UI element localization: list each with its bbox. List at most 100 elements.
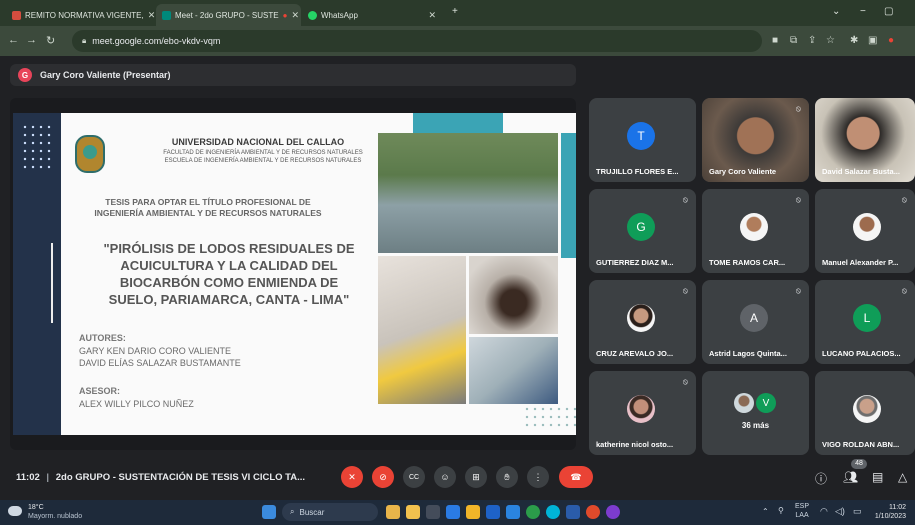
mail-icon[interactable] — [506, 505, 520, 519]
task-view-icon[interactable] — [426, 505, 440, 519]
address-bar[interactable]: 🔒︎ meet.google.com/ebo-vkdv-vqm — [72, 30, 762, 52]
office-icon[interactable] — [586, 505, 600, 519]
captions-button[interactable]: CC — [403, 466, 425, 488]
more-participants-tile[interactable]: V 36 más — [702, 371, 809, 455]
edge-icon[interactable] — [446, 505, 460, 519]
people-icon[interactable]: 👥︎ — [843, 470, 858, 484]
mic-off-icon: ⦸ — [901, 286, 907, 295]
windows-start-icon[interactable] — [262, 505, 276, 519]
camera-off-button[interactable]: ⊘ — [372, 466, 394, 488]
participant-tile[interactable]: VIGO ROLDAN ABN... — [815, 371, 915, 455]
forward-icon[interactable]: → — [26, 34, 37, 46]
wifi-icon[interactable]: ◠ — [820, 506, 828, 517]
raise-hand-button[interactable]: ✋︎ — [496, 466, 518, 488]
browser-tab-strip: REMITO NORMATIVA VIGENTE, ✕ Meet - 2do G… — [0, 0, 915, 26]
taskbar-search[interactable]: ⌕ Buscar — [282, 503, 378, 521]
participant-tile[interactable]: ⦸ A Astrid Lagos Quinta... — [702, 280, 809, 364]
advisor-name: ALEX WILLY PILCO NUÑEZ — [79, 399, 194, 409]
file-explorer-icon[interactable] — [406, 505, 420, 519]
clock-time: 11:02 — [889, 504, 906, 511]
camera-icon[interactable]: ■ — [772, 35, 778, 46]
tab-remito[interactable]: REMITO NORMATIVA VIGENTE, ✕ — [6, 4, 156, 26]
mic-off-icon: ⦸ — [682, 195, 688, 204]
folder-icon[interactable] — [466, 505, 480, 519]
sidepanel-icon[interactable]: ▣ — [868, 35, 877, 46]
store-icon[interactable] — [486, 505, 500, 519]
aquaculture-ponds-photo — [378, 133, 558, 253]
battery-icon[interactable]: ▭ — [853, 506, 862, 517]
tab-whatsapp[interactable]: WhatsApp ✕ — [302, 4, 442, 26]
mic-off-button[interactable]: ✕ — [341, 466, 363, 488]
info-icon[interactable]: ⓘ — [815, 470, 827, 487]
participant-tile[interactable]: ⦸ Gary Coro Valiente — [702, 98, 809, 182]
presenter-label: Gary Coro Valiente (Presentar) — [40, 70, 171, 80]
extensions-icon[interactable]: ✱ — [850, 35, 858, 46]
browser-toolbar: ← → ↻ 🔒︎ meet.google.com/ebo-vkdv-vqm ■ … — [0, 26, 915, 56]
maximize-button[interactable]: ▢ — [884, 6, 893, 17]
participant-tile[interactable]: ⦸ TOME RAMOS CAR... — [702, 189, 809, 273]
tab-meet[interactable]: Meet - 2do GRUPO - SUSTE ● ✕ — [156, 4, 301, 26]
activities-icon[interactable]: △ — [898, 470, 907, 484]
more-options-button[interactable]: ⋮ — [527, 466, 549, 488]
tray-app-icon[interactable]: ⚲ — [778, 506, 784, 515]
tab-label: WhatsApp — [321, 10, 358, 20]
app-icon[interactable] — [546, 505, 560, 519]
participant-tile[interactable]: ⦸ Manuel Alexander P... — [815, 189, 915, 273]
participant-avatar: G — [627, 213, 655, 241]
university-name: UNIVERSIDAD NACIONAL DEL CALLAO — [171, 137, 345, 147]
participant-tile[interactable]: ⦸ G GUTIERREZ DIAZ M... — [589, 189, 696, 273]
emoji-button[interactable]: ☺ — [434, 466, 456, 488]
bookmark-star-icon[interactable]: ☆ — [826, 35, 835, 46]
share-icon[interactable]: ⇪ — [808, 35, 816, 46]
mic-off-icon: ⦸ — [901, 195, 907, 204]
browser-app-icon[interactable] — [606, 505, 620, 519]
search-icon: ⌕ — [290, 507, 295, 516]
widgets-icon[interactable] — [386, 505, 400, 519]
participant-tile[interactable]: T TRUJILLO FLORES E... — [589, 98, 696, 182]
reload-icon[interactable]: ↻ — [46, 34, 55, 47]
people-count-badge: 48 — [851, 459, 867, 469]
participant-name: VIGO ROLDAN ABN... — [822, 440, 900, 449]
close-tab-icon[interactable]: ✕ — [428, 10, 436, 21]
thesis-title-line: BIOCARBÓN COMO ENMIENDA DE — [119, 275, 339, 290]
tab-search-icon[interactable]: ⌄ — [832, 6, 840, 17]
lab-equipment-photo — [469, 337, 558, 404]
participant-name: LUCANO PALACIOS... — [822, 349, 901, 358]
participant-tile[interactable]: ⦸ CRUZ AREVALO JO... — [589, 280, 696, 364]
minimize-button[interactable]: − — [860, 6, 866, 17]
language-indicator[interactable]: ESP LAA — [795, 502, 809, 520]
back-icon[interactable]: ← — [8, 34, 19, 46]
sample-dish-photo — [469, 256, 558, 334]
taskbar-clock[interactable]: 11:02 1/10/2023 — [866, 503, 906, 521]
tab-label: REMITO NORMATIVA VIGENTE, — [25, 10, 144, 20]
tray-chevron-icon[interactable]: ⌃ — [762, 507, 769, 516]
word-icon[interactable] — [566, 505, 580, 519]
participant-name: Astrid Lagos Quinta... — [709, 349, 787, 358]
chat-icon[interactable]: ▤ — [872, 470, 883, 484]
participant-avatar — [853, 395, 881, 423]
gmail-icon — [12, 10, 21, 20]
volume-icon[interactable]: ◁) — [835, 506, 845, 517]
participant-avatar: A — [740, 304, 768, 332]
participant-name: TRUJILLO FLORES E... — [596, 167, 679, 176]
chrome-icon[interactable] — [526, 505, 540, 519]
profile-avatar[interactable]: ● — [888, 35, 894, 46]
meet-icon — [162, 10, 171, 20]
participant-name: katherine nicol osto... — [596, 440, 674, 449]
close-tab-icon[interactable]: ✕ — [291, 10, 299, 21]
mic-off-icon: ⦸ — [682, 286, 688, 295]
close-tab-icon[interactable]: ✕ — [148, 10, 156, 21]
taskbar: 18°C Mayorm. nublado ⌕ Buscar ⌃ ⚲ ESP LA… — [0, 500, 915, 525]
participant-avatar — [627, 304, 655, 332]
participant-tile[interactable]: ⦸ katherine nicol osto... — [589, 371, 696, 455]
leave-call-button[interactable]: ☎︎ — [559, 466, 593, 488]
participant-tile[interactable]: ⦸ L LUCANO PALACIOS... — [815, 280, 915, 364]
presenter-bar[interactable]: G Gary Coro Valiente (Presentar) — [10, 64, 576, 86]
install-icon[interactable]: ⧉ — [790, 35, 797, 46]
participant-tile[interactable]: David Salazar Busta... — [815, 98, 915, 182]
decorative-dots — [21, 123, 51, 173]
present-button[interactable]: ⊞ — [465, 466, 487, 488]
new-tab-button[interactable]: + — [452, 6, 458, 17]
meeting-controls-bar: 11:02 | 2do GRUPO - SUSTENTACIÓN DE TESI… — [0, 456, 915, 500]
meeting-time: 11:02 — [16, 472, 40, 483]
